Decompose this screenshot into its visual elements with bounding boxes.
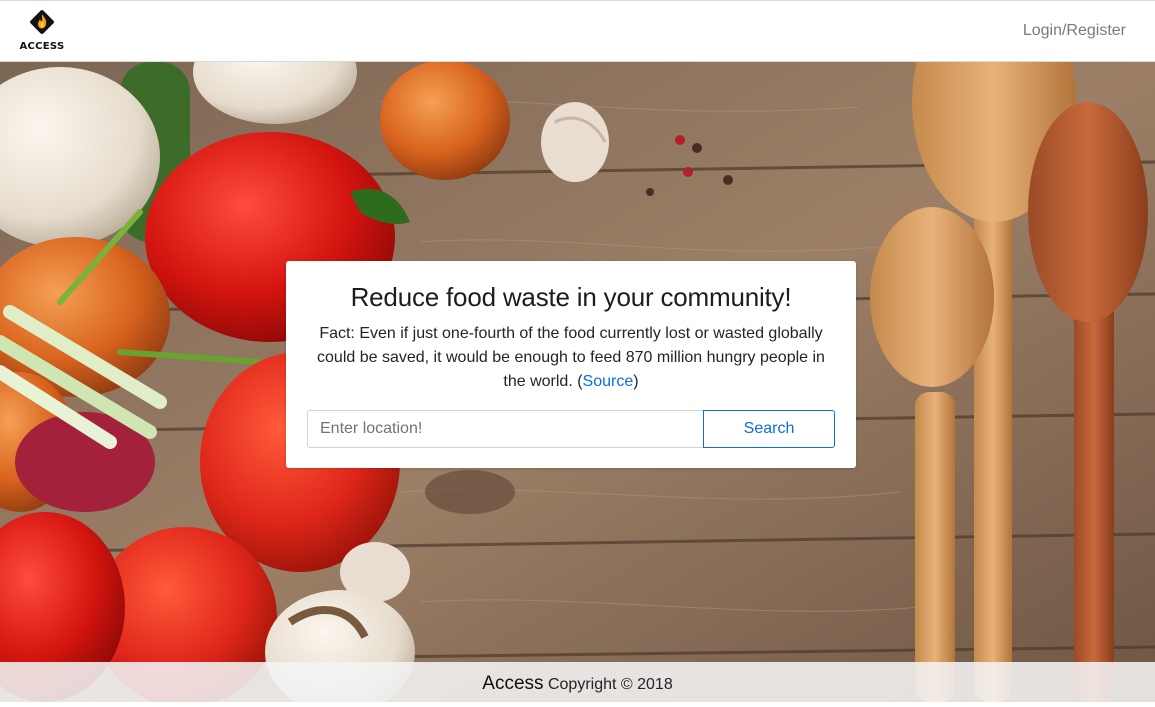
footer: Access Copyright © 2018 (0, 662, 1155, 702)
footer-copyright: Copyright © 2018 (547, 676, 673, 693)
location-search-form: Search (307, 410, 835, 448)
flame-logo-icon (30, 10, 54, 34)
brand-logo-link[interactable]: ACCESS (17, 8, 67, 56)
search-button[interactable]: Search (703, 410, 835, 448)
top-navbar: ACCESS Login/Register (0, 0, 1155, 62)
fact-text: Fact: Even if just one-fourth of the foo… (317, 325, 825, 390)
hero-card: Reduce food waste in your community! Fac… (286, 261, 856, 468)
brand-name: ACCESS (19, 41, 65, 52)
source-link[interactable]: Source (583, 373, 634, 390)
footer-brand: Access (482, 673, 544, 694)
food-waste-fact: Fact: Even if just one-fourth of the foo… (316, 322, 826, 394)
login-register-link[interactable]: Login/Register (1023, 22, 1126, 40)
hero-background: Reduce food waste in your community! Fac… (0, 62, 1155, 702)
hero-title: Reduce food waste in your community! (350, 282, 792, 312)
fact-close-paren: ) (633, 373, 639, 390)
location-input[interactable] (307, 410, 704, 448)
